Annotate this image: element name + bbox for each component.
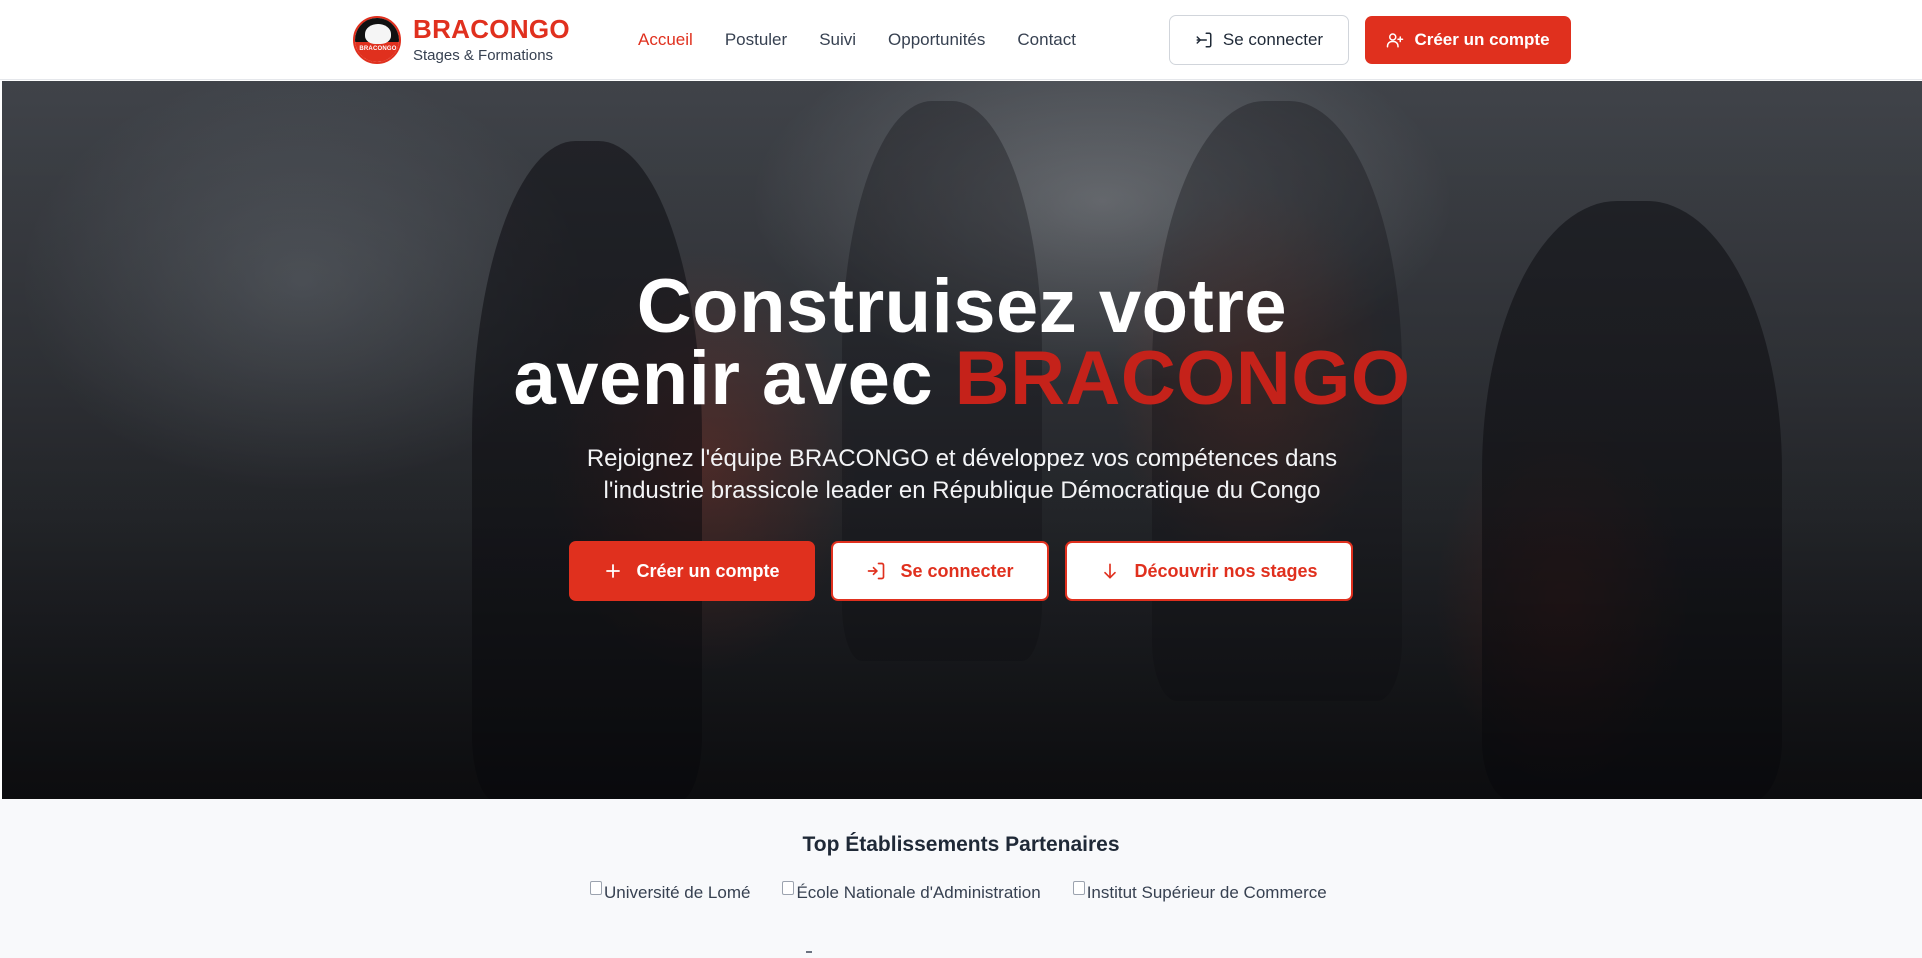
hero-title-accent: BRACONGO: [954, 336, 1411, 421]
hero-section: Construisez votre avenir avec BRACONGO R…: [2, 81, 1922, 799]
hero-discover-button[interactable]: Découvrir nos stages: [1065, 541, 1353, 601]
partner-name: Université de Lomé: [604, 883, 751, 902]
arrow-down-icon: [1104, 563, 1117, 579]
hero-subtitle-line1: Rejoignez l'équipe BRACONGO et développe…: [586, 445, 1338, 472]
login-icon: [868, 562, 885, 580]
partner-logo: Institut Supérieur de Commerce: [1072, 881, 1327, 903]
hero-signup-label: Créer un compte: [636, 560, 780, 581]
partner-logo: Université de Lomé: [590, 881, 751, 903]
hero-login-label: Se connecter: [900, 560, 1014, 581]
main-nav: Accueil Postuler Suivi Opportunités Cont…: [638, 28, 1108, 52]
hero-signup-button[interactable]: Créer un compte: [569, 541, 815, 601]
nav-accueil[interactable]: Accueil: [638, 28, 693, 52]
broken-image-icon: [1072, 881, 1085, 895]
brand-subtitle: Stages & Formations: [413, 47, 554, 64]
nav-contact[interactable]: Contact: [1017, 28, 1076, 52]
nav-opportunites[interactable]: Opportunités: [888, 28, 985, 52]
header-login-label: Se connecter: [1222, 30, 1324, 49]
partner-overflow-hint: [806, 951, 812, 953]
hero-title-line2: avenir avec: [513, 336, 955, 421]
header-signup-button[interactable]: Créer un compte: [1365, 16, 1571, 64]
partner-logo: École Nationale d'Administration: [782, 881, 1041, 903]
hero-title: Construisez votre avenir avec BRACONGO: [2, 269, 1922, 417]
nav-suivi[interactable]: Suivi: [819, 28, 856, 52]
partner-name: École Nationale d'Administration: [796, 883, 1041, 902]
partner-list: Université de Lomé École Nationale d'Adm…: [590, 881, 1359, 903]
plus-icon: [606, 564, 621, 578]
partners-title: Top Établissements Partenaires: [802, 833, 1120, 856]
hero-login-button[interactable]: Se connecter: [831, 541, 1049, 601]
nav-postuler[interactable]: Postuler: [725, 28, 787, 52]
hero-actions: Créer un compte Se connecter Découvrir n…: [569, 541, 1353, 601]
hero-subtitle-line2: l'industrie brassicole leader en Républi…: [603, 477, 1321, 504]
broken-image-icon: [590, 881, 602, 895]
hero-discover-label: Découvrir nos stages: [1134, 560, 1318, 581]
site-header: BRACONGO BRACONGO Stages & Formations Ac…: [0, 0, 1922, 80]
broken-image-icon: [782, 881, 795, 895]
logo-lettering: BRACONGO: [359, 46, 397, 52]
hero-subtitle: Rejoignez l'équipe BRACONGO et développe…: [2, 443, 1922, 507]
brand-name: BRACONGO: [413, 14, 570, 44]
partner-name: Institut Supérieur de Commerce: [1086, 883, 1327, 902]
login-icon: [1196, 32, 1212, 48]
partners-section: Top Établissements Partenaires Universit…: [0, 799, 1922, 958]
header-signup-label: Créer un compte: [1414, 30, 1550, 49]
user-plus-icon: [1387, 33, 1404, 48]
brand-link[interactable]: BRACONGO BRACONGO Stages & Formations: [353, 13, 570, 67]
header-login-button[interactable]: Se connecter: [1169, 15, 1349, 65]
brand-logo: BRACONGO: [353, 16, 401, 64]
